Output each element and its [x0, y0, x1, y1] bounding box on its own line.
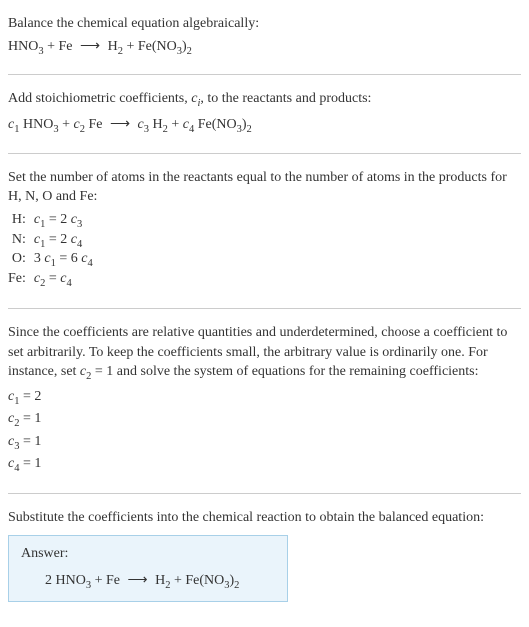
coeff-c3: c3 = 1	[8, 432, 521, 454]
answer-section: Substitute the coefficients into the che…	[8, 502, 521, 608]
atom-label-n: N:	[8, 231, 34, 251]
coeff-equation: c1 HNO3 + c2 Fe ⟶ c3 H2 + c4 Fe(NO3)2	[8, 116, 521, 135]
atom-eq-n: c1 = 2 c4	[34, 231, 99, 251]
table-row: H: c1 = 2 c3	[8, 211, 99, 231]
answer-label: Answer:	[21, 546, 275, 562]
coefficient-list: c1 = 2 c2 = 1 c3 = 1 c4 = 1	[8, 387, 521, 477]
table-row: Fe: c2 = c4	[8, 270, 99, 290]
atom-label-fe: Fe:	[8, 270, 34, 290]
stoich-section: Add stoichiometric coefficients, ci, to …	[8, 83, 521, 144]
table-row: N: c1 = 2 c4	[8, 231, 99, 251]
coeff-c1: c1 = 2	[8, 387, 521, 409]
reaction-arrow: ⟶	[80, 38, 100, 55]
reactant-fe: Fe	[59, 39, 73, 54]
divider	[8, 153, 521, 154]
intro-text: Balance the chemical equation algebraica…	[8, 14, 521, 34]
atom-eq-fe: c2 = c4	[34, 270, 99, 290]
product-h2: H2	[108, 39, 123, 54]
answer-box: Answer: 2 HNO3 + Fe ⟶ H2 + Fe(NO3)2	[8, 535, 288, 602]
atom-eq-h: c1 = 2 c3	[34, 211, 99, 231]
unbalanced-equation: HNO3 + Fe ⟶ H2 + Fe(NO3)2	[8, 38, 521, 57]
table-row: O: 3 c1 = 6 c4	[8, 250, 99, 270]
atom-label-o: O:	[8, 250, 34, 270]
stoich-text: Add stoichiometric coefficients, ci, to …	[8, 89, 521, 111]
product-feno32: Fe(NO3)2	[138, 39, 192, 54]
divider	[8, 308, 521, 309]
reactant-hno3: HNO3	[8, 39, 44, 54]
coeff-c2: c2 = 1	[8, 409, 521, 431]
solve-section: Since the coefficients are relative quan…	[8, 317, 521, 485]
coeff-c4: c4 = 1	[8, 454, 521, 476]
intro-section: Balance the chemical equation algebraica…	[8, 8, 521, 66]
divider	[8, 493, 521, 494]
atom-label-h: H:	[8, 211, 34, 231]
solve-text: Since the coefficients are relative quan…	[8, 323, 521, 385]
atom-eq-o: 3 c1 = 6 c4	[34, 250, 99, 270]
atom-balance-section: Set the number of atoms in the reactants…	[8, 162, 521, 300]
divider	[8, 74, 521, 75]
atom-table: H: c1 = 2 c3 N: c1 = 2 c4 O: 3 c1 = 6 c4…	[8, 211, 99, 290]
atom-balance-text: Set the number of atoms in the reactants…	[8, 168, 521, 207]
substitute-text: Substitute the coefficients into the che…	[8, 508, 521, 528]
balanced-equation: 2 HNO3 + Fe ⟶ H2 + Fe(NO3)2	[21, 572, 275, 591]
